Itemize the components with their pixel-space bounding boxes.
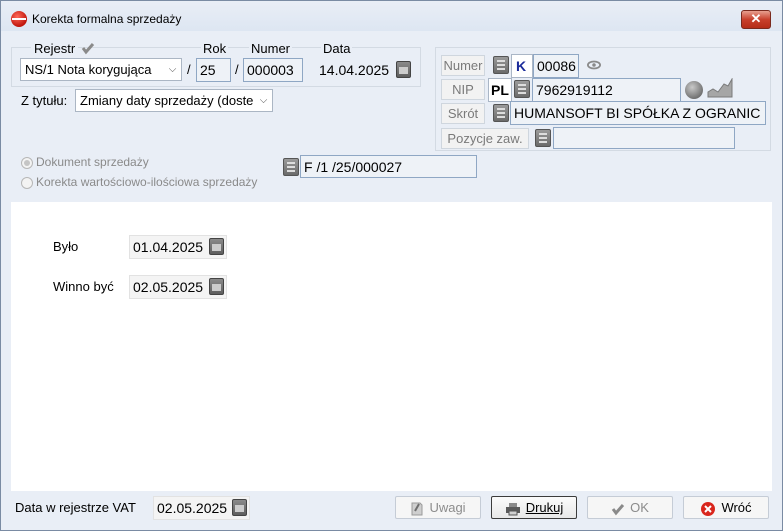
printer-icon xyxy=(505,502,520,516)
calendar-icon[interactable] xyxy=(232,499,247,516)
separator-slash-2: / xyxy=(235,62,239,77)
rejestr-select[interactable]: NS/1 Nota korygująca ⌵ xyxy=(20,58,182,81)
title-bar: Korekta formalna sprzedaży ✕ xyxy=(1,1,782,31)
bylo-label: Było xyxy=(53,239,79,254)
data-label: Data xyxy=(321,41,353,56)
wroc-button[interactable]: Wróć xyxy=(683,496,769,519)
list-icon[interactable] xyxy=(493,104,509,122)
calendar-icon[interactable] xyxy=(209,278,224,295)
list-icon[interactable] xyxy=(535,129,551,147)
chevron-down-icon: ⌵ xyxy=(164,59,181,80)
dokument-sprzedazy-label: Dokument sprzedaży xyxy=(36,155,149,169)
z-tytulu-select-value: Zmiany daty sprzedaży (doste xyxy=(80,93,254,108)
ok-label: OK xyxy=(630,500,649,515)
chart-icon[interactable] xyxy=(707,78,733,98)
nip-button[interactable]: NIP xyxy=(441,79,485,100)
radio-dokument-sprzedazy[interactable] xyxy=(21,157,33,169)
numer-prefix-field[interactable]: K xyxy=(511,54,533,78)
chevron-down-icon: ⌵ xyxy=(255,90,272,111)
radio-korekta-wartosciowo[interactable] xyxy=(21,177,33,189)
rok-field[interactable]: 25 xyxy=(196,58,231,82)
calendar-icon[interactable] xyxy=(396,61,411,78)
dates-panel xyxy=(11,202,772,491)
dialog-window: Korekta formalna sprzedaży ✕ Rejestr NS/… xyxy=(0,0,783,531)
korekta-wartosciowo-label: Korekta wartościowo-ilościowa sprzedaży xyxy=(36,175,258,189)
contractor-numer-field[interactable]: 00086 xyxy=(533,54,579,78)
eye-icon[interactable] xyxy=(587,58,601,72)
rejestr-select-value: NS/1 Nota korygująca xyxy=(25,62,152,77)
separator-slash-1: / xyxy=(187,62,191,77)
list-icon[interactable] xyxy=(283,158,299,176)
nip-field[interactable]: 7962919112 xyxy=(532,78,681,102)
close-button[interactable]: ✕ xyxy=(741,10,771,29)
z-tytulu-label: Z tytułu: xyxy=(21,93,68,108)
checkmark-icon xyxy=(611,503,625,515)
vat-date-label: Data w rejestrze VAT xyxy=(15,500,136,515)
ok-button[interactable]: OK xyxy=(587,496,673,519)
skrot-button[interactable]: Skrót xyxy=(441,103,485,124)
list-icon[interactable] xyxy=(493,56,509,74)
app-icon xyxy=(11,11,27,27)
calendar-icon[interactable] xyxy=(209,238,224,255)
rejestr-label: Rejestr xyxy=(31,41,79,56)
drukuj-button[interactable]: Drukuj xyxy=(491,496,577,519)
numer-label: Numer xyxy=(249,41,293,56)
winno-byc-label: Winno być xyxy=(53,279,114,294)
rok-label: Rok xyxy=(201,41,229,56)
data-field[interactable]: 14.04.2025 xyxy=(315,58,395,82)
cancel-icon xyxy=(701,501,716,516)
source-document-field[interactable]: F /1 /25/000027 xyxy=(300,155,477,178)
globe-icon[interactable] xyxy=(685,81,703,99)
uwagi-button[interactable]: Uwagi xyxy=(395,496,481,519)
numer-button[interactable]: Numer xyxy=(441,55,485,76)
window-title: Korekta formalna sprzedaży xyxy=(32,12,182,26)
pozycje-zaw-button[interactable]: Pozycje zaw. xyxy=(441,128,529,149)
nip-prefix-field[interactable]: PL xyxy=(488,78,512,102)
drukuj-label: Drukuj xyxy=(525,500,564,515)
wroc-label: Wróć xyxy=(721,500,752,515)
uwagi-label: Uwagi xyxy=(429,500,466,515)
note-icon xyxy=(411,502,423,516)
list-icon[interactable] xyxy=(514,80,530,98)
numer-field[interactable]: 000003 xyxy=(243,58,303,82)
pozycje-zaw-field[interactable] xyxy=(553,127,735,149)
checkmark-icon xyxy=(81,43,95,55)
skrot-field[interactable]: HUMANSOFT BI SPÓŁKA Z OGRANIC xyxy=(510,101,766,125)
z-tytulu-select[interactable]: Zmiany daty sprzedaży (doste ⌵ xyxy=(75,89,273,112)
